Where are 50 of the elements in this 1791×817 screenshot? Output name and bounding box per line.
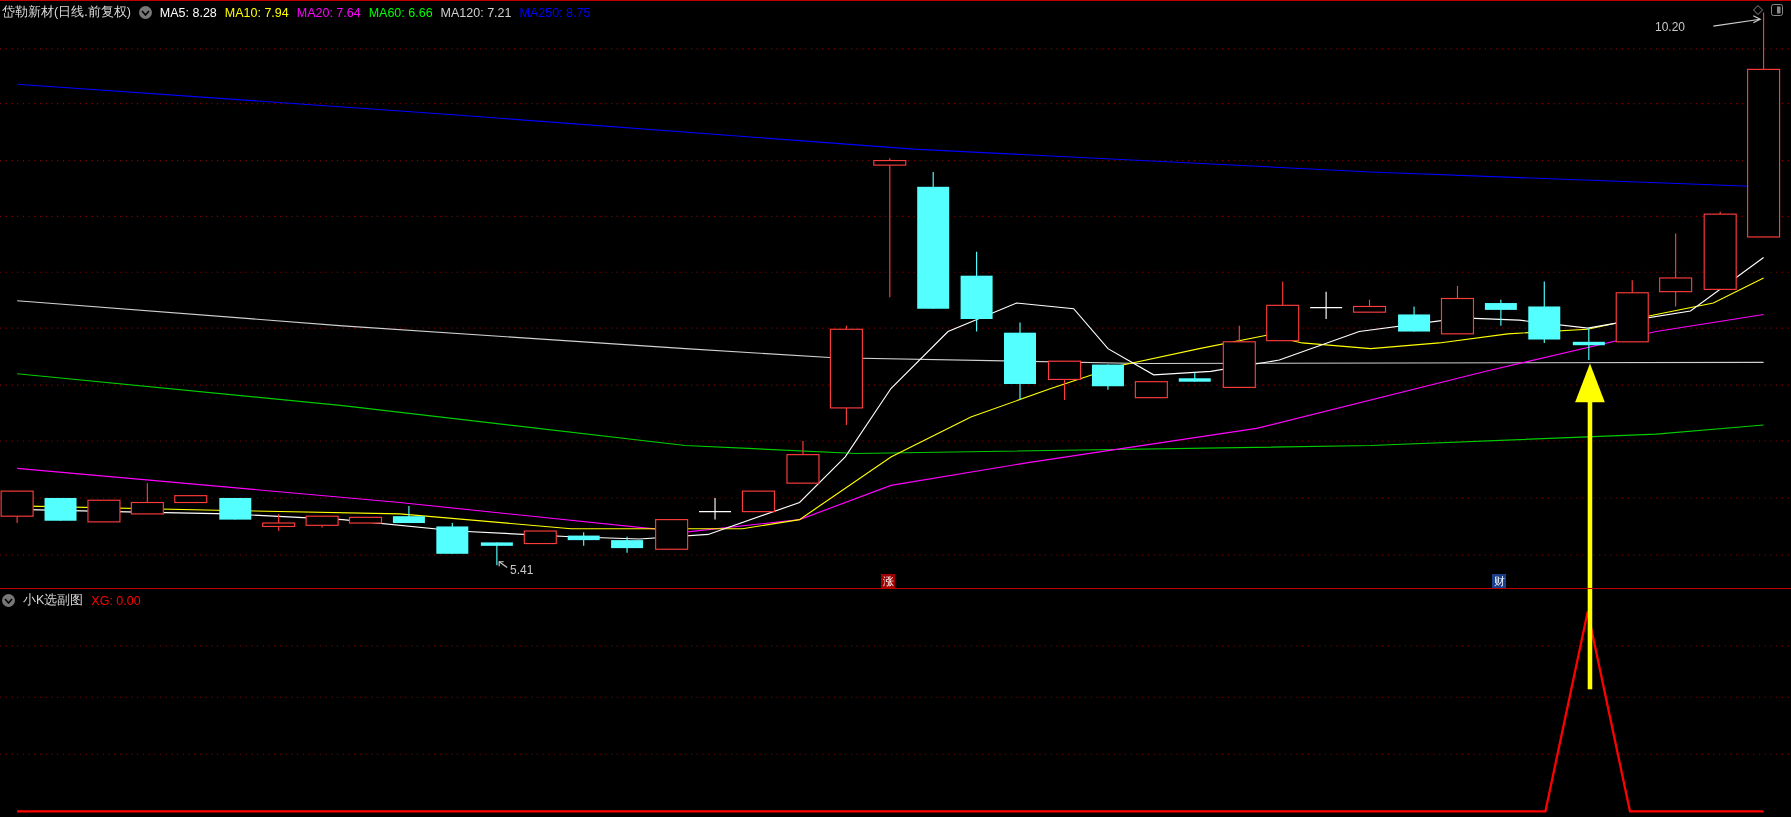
candlestick — [1440, 285, 1475, 335]
candlestick — [1309, 291, 1343, 320]
dropdown-icon[interactable] — [138, 6, 152, 19]
candlestick — [1572, 327, 1605, 361]
candlestick — [1398, 305, 1431, 333]
candlestick — [1091, 364, 1124, 391]
candlestick — [44, 497, 77, 522]
candlestick — [1178, 372, 1211, 383]
indicator-value: MA250: 8.75 — [519, 5, 591, 20]
indicator-value: MA60: 6.66 — [368, 5, 433, 20]
indicator-value: MA120: 7.21 — [440, 5, 512, 20]
candlestick — [741, 490, 775, 513]
indicator-value: MA10: 7.94 — [224, 5, 289, 20]
indicator-value: MA20: 7.64 — [296, 5, 361, 20]
candlestick — [262, 513, 296, 532]
candlestick — [348, 516, 383, 524]
stock-title: 岱勒新材(日线.前复权) — [2, 4, 131, 21]
candlestick — [655, 519, 689, 550]
panel-toggle-icon[interactable] — [1771, 4, 1783, 16]
candlestick — [305, 515, 339, 529]
leader-line — [498, 561, 508, 569]
candlestick — [698, 497, 732, 521]
indicator-value: MA5: 8.28 — [159, 5, 217, 20]
leader-line — [1712, 15, 1762, 27]
candlestick — [130, 482, 164, 515]
candlestick — [174, 495, 208, 504]
candlestick — [1352, 299, 1387, 313]
candlestick — [611, 536, 644, 554]
candlestick — [567, 531, 600, 547]
low-price-label: 5.41 — [510, 563, 534, 577]
candlestick — [523, 530, 557, 545]
candlestick — [436, 522, 469, 555]
candlestick — [87, 499, 121, 523]
candlestick — [1134, 381, 1168, 399]
candlestick — [1615, 279, 1649, 343]
candlestick — [1048, 360, 1082, 401]
dropdown-icon[interactable] — [2, 594, 15, 607]
candlestick — [786, 440, 820, 484]
candlestick — [392, 505, 425, 524]
event-marker: 财 — [1492, 574, 1506, 588]
candlestick — [480, 541, 513, 566]
candlestick — [1222, 325, 1256, 388]
indicator-value: XG: 0.00 — [91, 593, 141, 608]
candlestick — [1528, 280, 1561, 344]
high-price-label: 10.20 — [1655, 20, 1686, 34]
candlestick — [1266, 280, 1300, 342]
candlestick — [219, 497, 252, 521]
event-marker: 涨 — [881, 574, 895, 588]
indicator-title: 小K选副图 — [23, 592, 84, 609]
candlestick — [1484, 299, 1517, 327]
